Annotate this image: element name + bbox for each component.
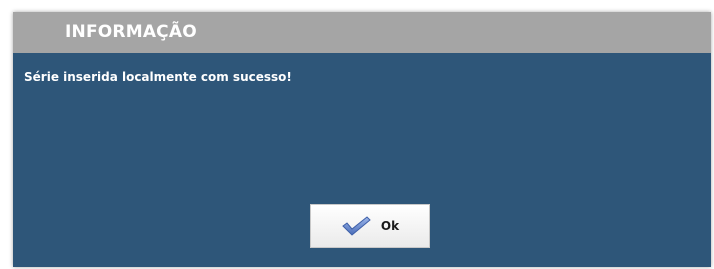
ok-button-label: Ok — [380, 219, 400, 233]
dialog-titlebar: INFORMAÇÃO — [13, 12, 711, 53]
dialog-title: INFORMAÇÃO — [65, 22, 197, 42]
dialog-message: Série inserida localmente com sucesso! — [24, 70, 292, 84]
checkmark-icon — [341, 215, 371, 237]
ok-button[interactable]: Ok — [310, 204, 430, 248]
information-dialog: INFORMAÇÃO Série inserida localmente com… — [13, 12, 711, 267]
